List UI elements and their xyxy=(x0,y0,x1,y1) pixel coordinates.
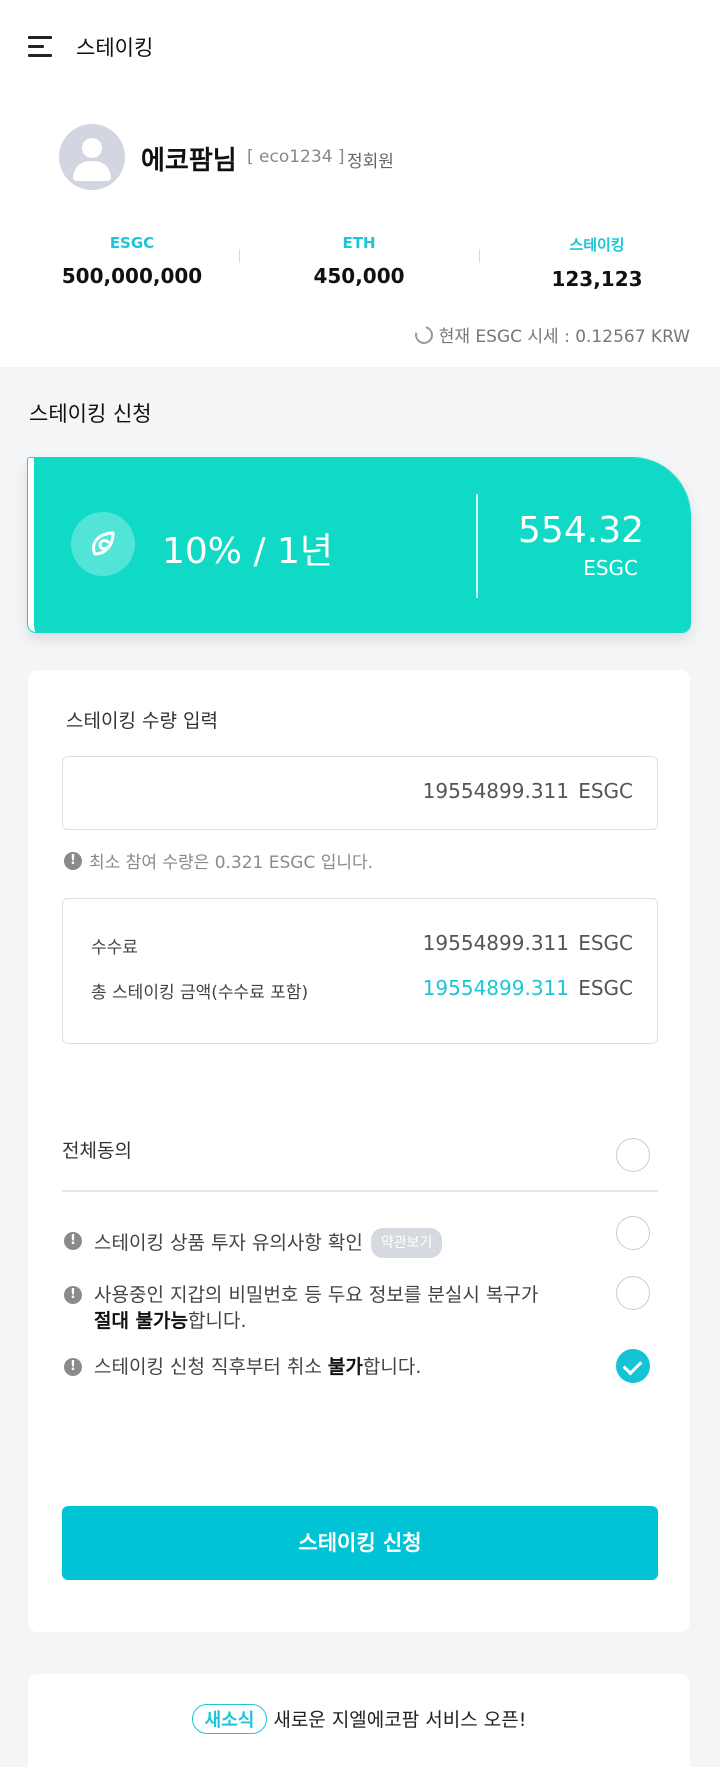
menu-icon[interactable] xyxy=(28,36,52,58)
warning-icon: ! xyxy=(64,851,82,870)
stat-eth: ETH 450,000 xyxy=(259,234,459,288)
divider xyxy=(476,494,478,598)
total-label: 총 스테이킹 금액(수수료 포함) xyxy=(91,983,309,1003)
term-emphasis: 절대 불가능 xyxy=(94,1310,189,1332)
term-checkbox[interactable] xyxy=(616,1276,650,1310)
product-amount: 554.32 xyxy=(518,510,644,551)
esgc-logo-icon xyxy=(71,512,135,576)
divider xyxy=(239,249,240,263)
user-id: [ eco1234 ] xyxy=(247,147,345,167)
product-card[interactable]: 10% / 1년 554.32 ESGC xyxy=(27,457,691,633)
news-line: 새소식 새로운 지엘에코팜 서비스 오픈! xyxy=(28,1704,690,1734)
stat-esgc: ESGC 500,000,000 xyxy=(32,234,232,288)
price-text: 현재 ESGC 시세 : 0.12567 KRW xyxy=(438,327,690,347)
fee-row: 수수료 19554899.311 ESGC xyxy=(91,931,633,958)
term-checkbox-checked[interactable] xyxy=(616,1349,650,1383)
amount-value: 19554899.311 xyxy=(422,779,569,803)
term-checkbox[interactable] xyxy=(616,1216,650,1250)
amount-input[interactable]: 19554899.311 ESGC xyxy=(62,756,658,830)
fee-value: 19554899.311 xyxy=(422,931,569,955)
total-row: 총 스테이킹 금액(수수료 포함) 19554899.311 ESGC xyxy=(91,976,633,1003)
news-badge: 새소식 xyxy=(191,1704,268,1734)
term-text-end: 합니다. xyxy=(188,1310,247,1332)
section-title: 스테이킹 신청 xyxy=(29,402,152,426)
term-text: 사용중인 지갑의 비밀번호 등 두요 정보를 분실시 복구가 xyxy=(94,1284,539,1306)
stat-value: 500,000,000 xyxy=(61,264,203,288)
amount-unit: ESGC xyxy=(578,779,633,803)
news-banner[interactable]: 새소식 새로운 지엘에코팜 서비스 오픈! xyxy=(28,1674,690,1767)
amount-label: 스테이킹 수량 입력 xyxy=(66,710,218,732)
stat-staking: 스테이킹 123,123 xyxy=(497,234,697,291)
top-summary: 스테이킹 에코팜님 [ eco1234 ] 정회원 ESGC 500,000,0… xyxy=(0,0,720,367)
warning-icon: ! xyxy=(64,1232,82,1250)
term-item: ! 사용중인 지갑의 비밀번호 등 두요 정보를 분실시 복구가 절대 불가능합… xyxy=(64,1282,538,1334)
fee-unit: ESGC xyxy=(578,931,633,955)
user-icon xyxy=(82,138,102,158)
agree-all-label: 전체동의 xyxy=(62,1140,132,1162)
user-grade: 정회원 xyxy=(347,152,394,172)
stat-label: 스테이킹 xyxy=(569,236,625,254)
product-unit: ESGC xyxy=(583,556,638,580)
warning-icon: ! xyxy=(64,1358,82,1376)
stat-label: ESGC xyxy=(109,234,155,252)
staking-submit-button[interactable]: 스테이킹 신청 xyxy=(62,1506,658,1580)
fee-label: 수수료 xyxy=(91,938,138,958)
product-rate: 10% / 1년 xyxy=(162,531,334,572)
fee-summary: 수수료 19554899.311 ESGC 총 스테이킹 금액(수수료 포함) … xyxy=(62,898,658,1044)
avatar xyxy=(59,124,125,190)
stat-value: 450,000 xyxy=(313,264,405,288)
page-title: 스테이킹 xyxy=(76,36,154,60)
term-text: 스테이킹 상품 투자 유의사항 확인 xyxy=(94,1232,363,1254)
news-text: 새로운 지엘에코팜 서비스 오픈! xyxy=(273,1709,527,1731)
warning-icon: ! xyxy=(64,1286,82,1304)
terms-view-button[interactable]: 약관보기 xyxy=(370,1228,443,1258)
total-unit: ESGC xyxy=(578,976,633,1000)
agree-all-checkbox[interactable] xyxy=(616,1138,650,1172)
staking-form: 스테이킹 수량 입력 19554899.311 ESGC ! 최소 참여 수량은… xyxy=(28,670,690,1632)
term-text: 스테이킹 신청 직후부터 취소 xyxy=(94,1356,328,1378)
term-text-end: 합니다. xyxy=(362,1356,422,1378)
term-item: ! 스테이킹 신청 직후부터 취소 불가합니다. xyxy=(64,1354,421,1380)
term-item: ! 스테이킹 상품 투자 유의사항 확인 약관보기 xyxy=(64,1228,443,1258)
term-emphasis: 불가 xyxy=(327,1356,363,1378)
stat-value: 123,123 xyxy=(551,267,643,291)
total-value: 19554899.311 xyxy=(422,976,569,1000)
divider xyxy=(479,249,480,263)
user-name: 에코팜님 xyxy=(141,146,237,176)
price-info: 현재 ESGC 시세 : 0.12567 KRW xyxy=(411,322,690,347)
stat-label: ETH xyxy=(342,234,376,252)
min-amount-note: ! 최소 참여 수량은 0.321 ESGC 입니다. xyxy=(64,848,373,873)
min-note-text: 최소 참여 수량은 0.321 ESGC 입니다. xyxy=(89,853,374,873)
refresh-icon[interactable] xyxy=(411,322,437,347)
divider xyxy=(62,1190,658,1192)
